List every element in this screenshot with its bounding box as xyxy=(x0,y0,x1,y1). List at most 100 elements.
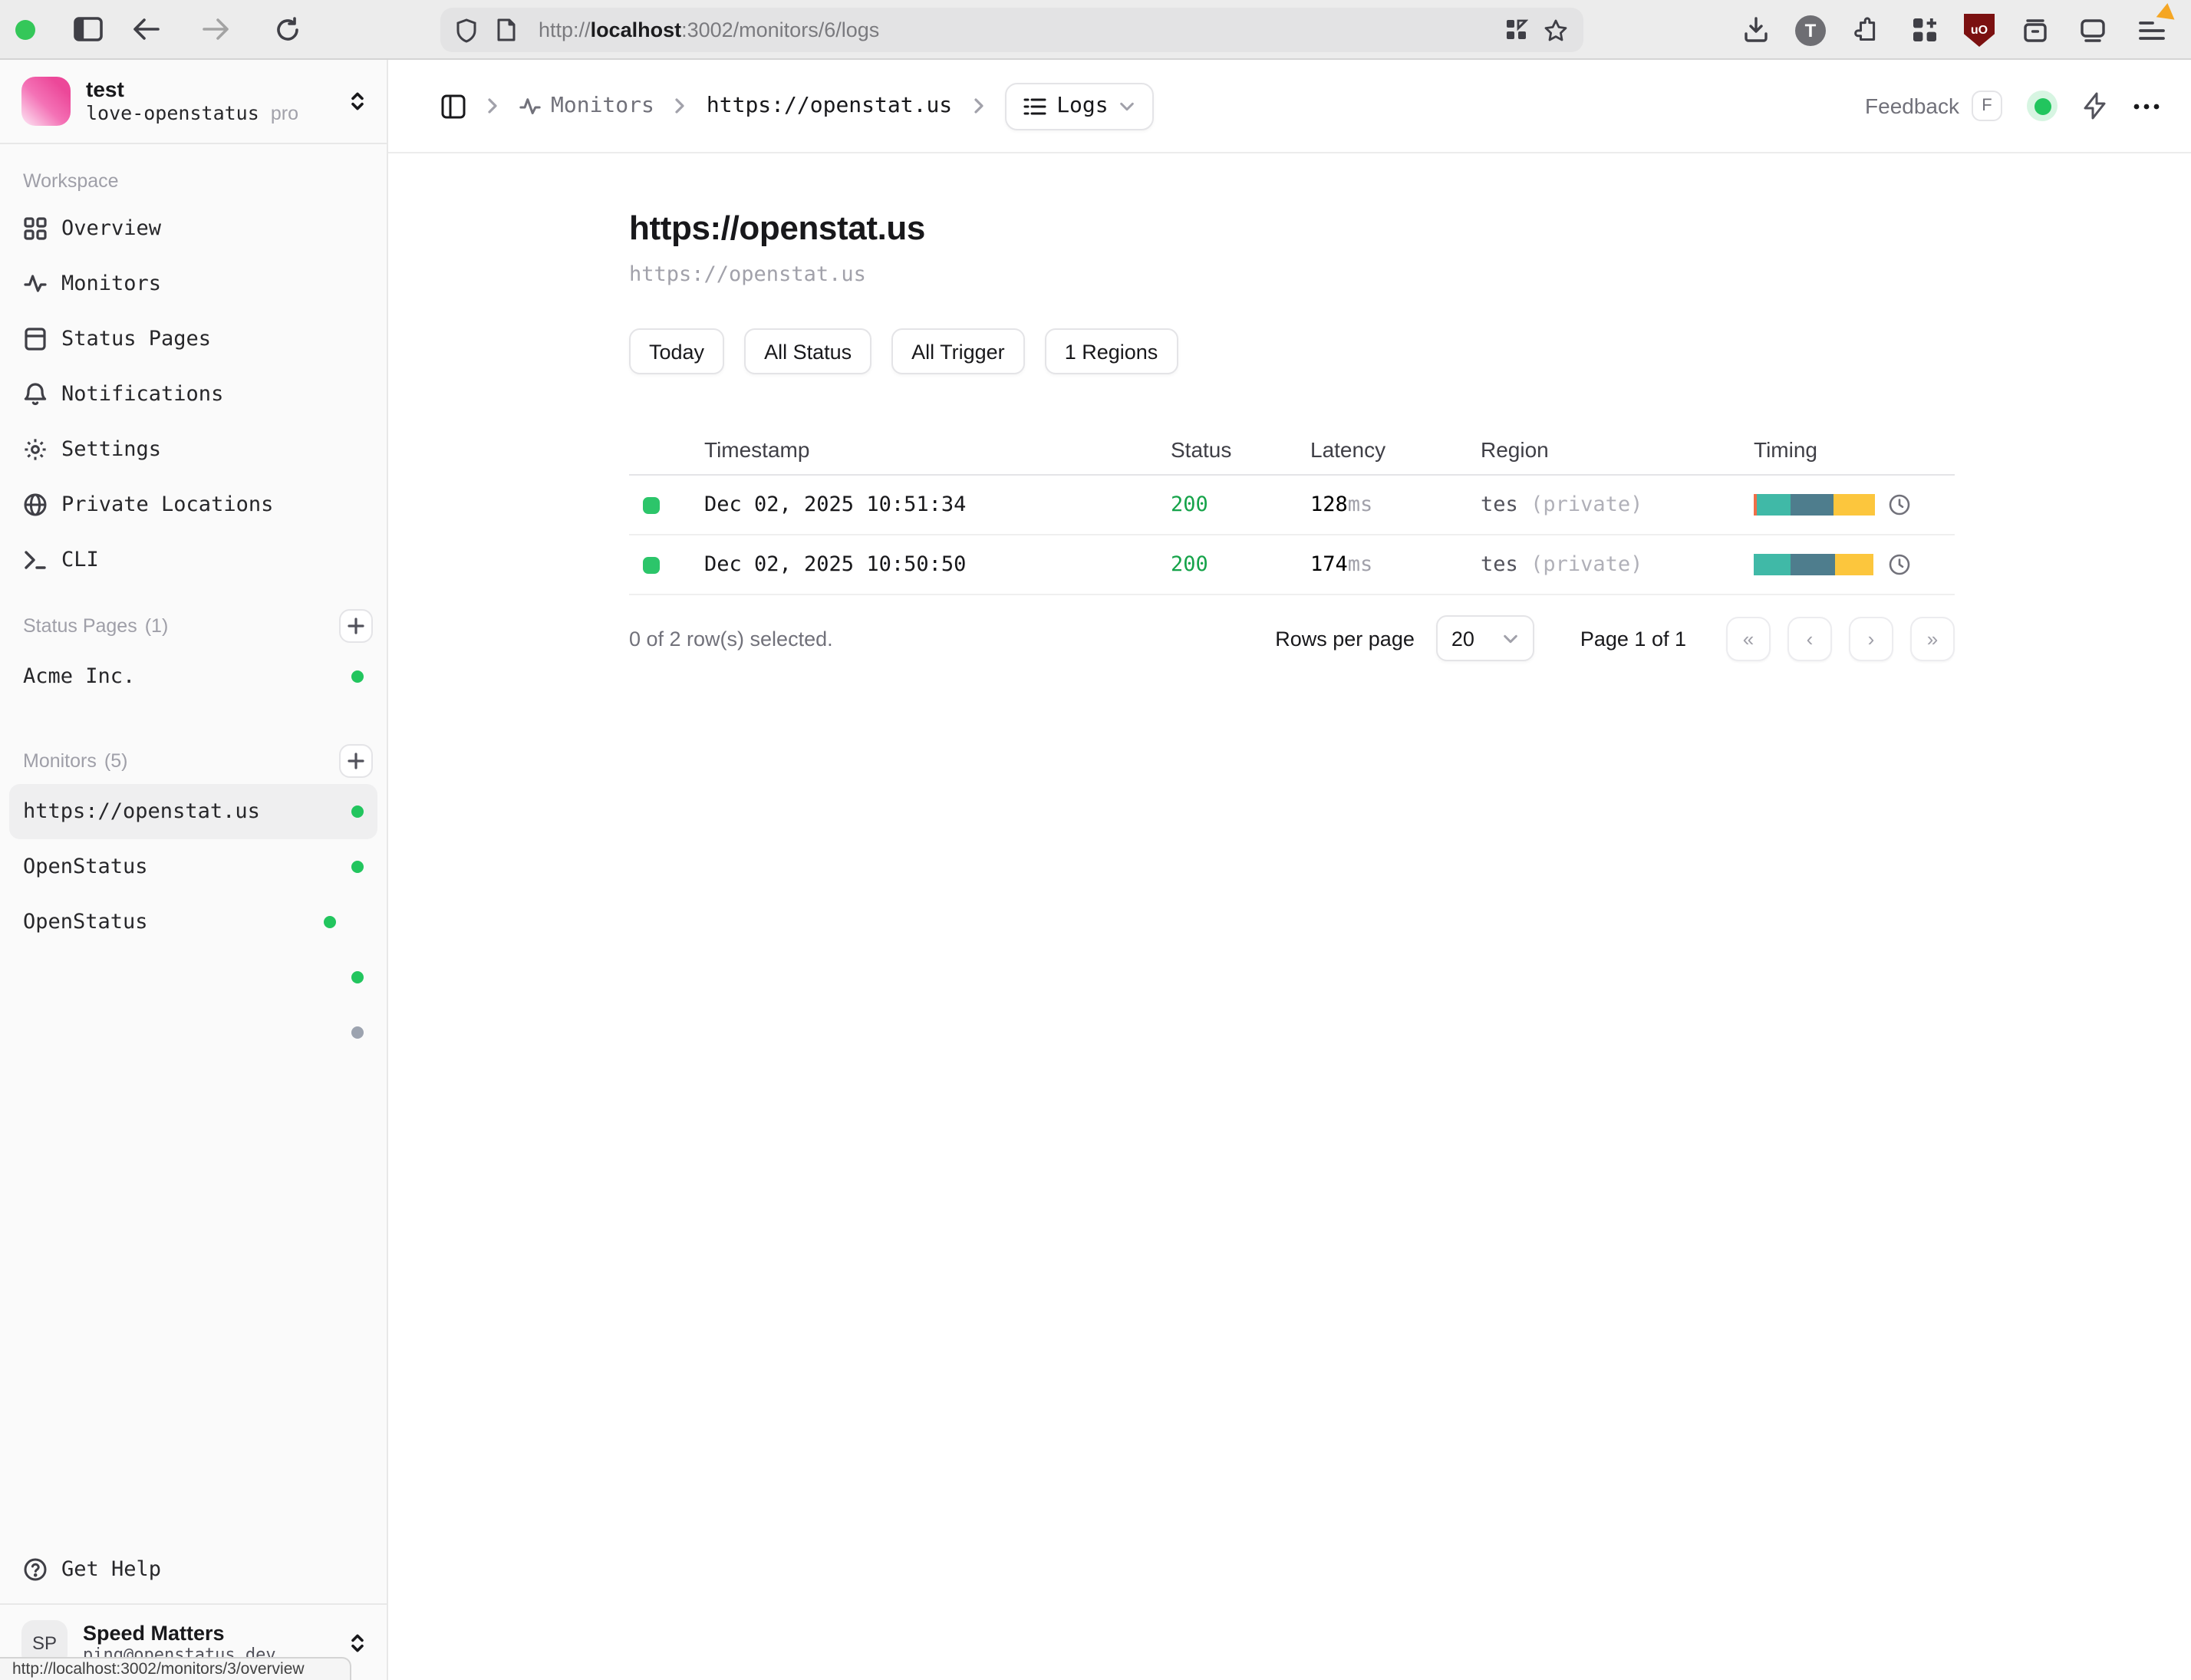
table-row[interactable]: Dec 02, 2025 10:50:50 200 174ms tes (pri… xyxy=(629,535,1955,595)
filter-trigger-button[interactable]: All Trigger xyxy=(891,328,1025,374)
filter-bar: Today All Status All Trigger 1 Regions xyxy=(629,328,2191,374)
col-timestamp: Timestamp xyxy=(704,436,1171,461)
row-timestamp: Dec 02, 2025 10:50:50 xyxy=(704,552,1171,577)
activity-icon xyxy=(23,272,48,296)
app-sidebar-toggle[interactable] xyxy=(440,93,466,119)
row-status-code: 200 xyxy=(1171,552,1310,577)
chevron-down-icon xyxy=(1119,97,1136,114)
gear-icon xyxy=(23,437,48,462)
privacy-shield-icon[interactable] xyxy=(453,12,480,48)
row-status-indicator xyxy=(643,496,660,513)
address-bar[interactable]: http://localhost:3002/monitors/6/logs xyxy=(440,8,1583,52)
first-page-button[interactable]: « xyxy=(1726,616,1771,660)
plus-icon xyxy=(347,617,365,635)
page-icon[interactable] xyxy=(493,12,520,48)
monitor-item-openstatus-1[interactable]: OpenStatus xyxy=(9,839,377,894)
feedback-button[interactable]: Feedback F xyxy=(1865,91,2002,121)
timing-bar xyxy=(1754,494,1875,516)
status-dot xyxy=(324,916,336,928)
last-page-button[interactable]: » xyxy=(1910,616,1955,660)
breadcrumb-monitors[interactable]: Monitors xyxy=(519,94,654,118)
filter-regions-button[interactable]: 1 Regions xyxy=(1045,328,1178,374)
zap-icon[interactable] xyxy=(2082,92,2108,120)
workspace-switcher[interactable]: test love-openstatus pro xyxy=(0,60,387,143)
clock-icon[interactable] xyxy=(1889,554,1910,575)
extension-t-icon[interactable]: T xyxy=(1795,15,1826,45)
app-header: Monitors https://openstat.us Logs xyxy=(388,60,2191,153)
tab-overview-icon[interactable] xyxy=(2074,12,2111,48)
rows-per-page-label: Rows per page xyxy=(1275,627,1415,650)
url-text[interactable]: http://localhost:3002/monitors/6/logs xyxy=(539,18,879,41)
sidebar-item-private-locations[interactable]: Private Locations xyxy=(0,477,387,532)
monitor-item-unnamed-1[interactable] xyxy=(9,950,377,1005)
monitor-item-unnamed-2[interactable] xyxy=(9,1005,377,1060)
table-pagination: 0 of 2 row(s) selected. Rows per page 20… xyxy=(629,608,1955,669)
ublock-shield-icon[interactable]: uO xyxy=(1964,13,1995,47)
chevron-right-icon xyxy=(483,97,502,115)
filter-date-button[interactable]: Today xyxy=(629,328,724,374)
traffic-light-green[interactable] xyxy=(15,19,35,39)
chevron-right-icon xyxy=(671,97,690,115)
sidebar-item-status-pages[interactable]: Status Pages xyxy=(0,311,387,367)
status-dot xyxy=(351,805,364,818)
monitors-section-header: Monitors(5) xyxy=(0,704,387,784)
downloads-icon[interactable] xyxy=(1737,12,1774,48)
reload-icon[interactable] xyxy=(269,11,305,48)
monitor-item-openstat[interactable]: https://openstat.us xyxy=(9,784,377,839)
link-preview-statusbar: http://localhost:3002/monitors/3/overvie… xyxy=(0,1657,351,1680)
sidebar-item-overview[interactable]: Overview xyxy=(0,201,387,256)
status-pages-section-header: Status Pages(1) xyxy=(0,588,387,649)
breadcrumb: Monitors https://openstat.us Logs xyxy=(440,82,1155,130)
table-row[interactable]: Dec 02, 2025 10:51:34 200 128ms tes (pri… xyxy=(629,476,1955,535)
timing-segment xyxy=(1791,554,1835,575)
more-options-icon[interactable] xyxy=(2133,102,2160,110)
row-latency: 174ms xyxy=(1310,552,1481,577)
panel-left-icon xyxy=(440,93,466,119)
grid-icon xyxy=(23,216,48,241)
breadcrumb-monitor-url[interactable]: https://openstat.us xyxy=(707,94,952,118)
rows-selected-text: 0 of 2 row(s) selected. xyxy=(629,627,833,650)
next-page-button[interactable]: › xyxy=(1849,616,1893,660)
row-region: tes (private) xyxy=(1481,552,1754,577)
view-selector-logs-button[interactable]: Logs xyxy=(1004,82,1154,130)
bookmark-star-icon[interactable] xyxy=(1540,12,1571,48)
rows-per-page-select[interactable]: 20 xyxy=(1436,615,1534,661)
status-dot xyxy=(351,1026,364,1039)
add-monitor-button[interactable] xyxy=(339,744,373,778)
row-status-code: 200 xyxy=(1171,492,1310,517)
archive-box-icon[interactable] xyxy=(2016,12,2053,48)
sidebar-item-settings[interactable]: Settings xyxy=(0,422,387,477)
sidebar: test love-openstatus pro Workspace Overv… xyxy=(0,60,388,1680)
clock-icon[interactable] xyxy=(1889,494,1910,516)
status-page-item-acme[interactable]: Acme Inc. xyxy=(9,649,377,704)
col-latency: Latency xyxy=(1310,436,1481,461)
add-status-page-button[interactable] xyxy=(339,609,373,643)
header-actions: Feedback F xyxy=(1865,91,2160,121)
get-help-button[interactable]: Get Help xyxy=(0,1542,387,1597)
list-icon xyxy=(1023,96,1046,116)
timing-segment xyxy=(1754,554,1791,575)
help-circle-icon xyxy=(23,1557,48,1582)
sidebar-item-monitors[interactable]: Monitors xyxy=(0,256,387,311)
browser-sidebar-toggle-icon[interactable] xyxy=(69,11,106,48)
browser-extensions-area: T uO xyxy=(1737,0,2170,60)
sidebar-item-cli[interactable]: CLI xyxy=(0,532,387,588)
panel-icon xyxy=(23,327,48,351)
timing-segment xyxy=(1757,494,1791,516)
monitor-item-openstatus-2[interactable]: OpenStatus xyxy=(9,894,377,950)
forward-icon[interactable] xyxy=(198,11,235,48)
prev-page-button[interactable]: ‹ xyxy=(1787,616,1832,660)
back-icon[interactable] xyxy=(127,11,164,48)
extension-puzzle-icon[interactable] xyxy=(1847,12,1884,48)
status-pages-section-label: Status Pages(1) xyxy=(23,615,168,637)
extensions-blocks-icon[interactable] xyxy=(1906,12,1942,48)
filter-status-button[interactable]: All Status xyxy=(744,328,871,374)
screen: http://localhost:3002/monitors/6/logs T … xyxy=(0,0,2191,1680)
bell-icon xyxy=(23,382,48,407)
reader-squares-icon[interactable] xyxy=(1501,12,1531,48)
browser-menu-icon[interactable] xyxy=(2133,12,2170,48)
monitors-section-label: Monitors(5) xyxy=(23,750,127,772)
workspace-status-indicator[interactable] xyxy=(2027,91,2058,121)
sidebar-item-notifications[interactable]: Notifications xyxy=(0,367,387,422)
timing-bar xyxy=(1754,554,1875,575)
